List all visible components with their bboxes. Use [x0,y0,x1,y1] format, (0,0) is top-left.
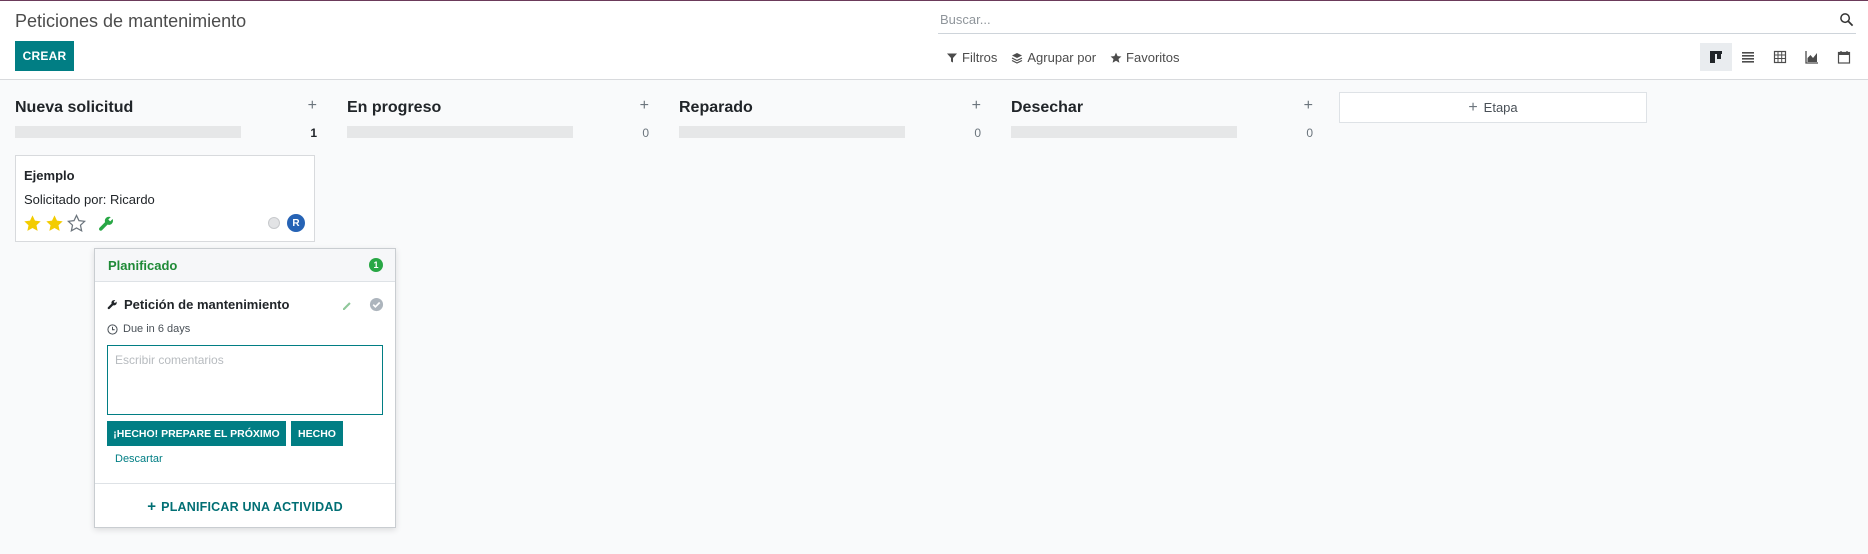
search-bar [938,9,1856,34]
kanban-view-button[interactable] [1700,43,1732,71]
column-add-icon[interactable]: + [308,97,317,115]
due-text: Due in 6 days [123,323,191,335]
calendar-icon [1837,51,1851,64]
kanban-card[interactable]: Ejemplo Solicitado por: Ricardo R [15,155,315,242]
done-and-schedule-next-button[interactable]: ¡HECHO! PREPARE EL PRÓXIMO [107,421,286,446]
star-filled-icon[interactable] [45,214,64,233]
check-circle-icon[interactable] [369,297,384,312]
popover-header: Planificado 1 [95,249,395,282]
create-button[interactable]: CREAR [15,41,74,71]
activity-title-row: Petición de mantenimiento [107,297,289,312]
plus-icon: + [147,498,157,515]
star-filled-icon[interactable] [23,214,42,233]
column-title: Desechar [1011,99,1084,116]
column-header: En progreso + [347,92,649,122]
list-icon [1742,52,1754,63]
wrench-icon[interactable] [98,215,115,232]
wrench-icon [107,300,117,310]
comment-field[interactable] [107,345,383,415]
column-add-icon[interactable]: + [1304,97,1313,115]
group-by-label: Agrupar por [1027,50,1097,65]
column-count: 0 [642,126,649,140]
calendar-view-button[interactable] [1828,43,1860,71]
filters-button[interactable]: Filtros [946,50,997,65]
column-title: En progreso [347,99,442,116]
favorites-label: Favoritos [1126,50,1180,65]
column-count: 0 [974,126,981,140]
layers-icon [1012,52,1023,64]
kanban-column-nueva-solicitud: Nueva solicitud + 1 [15,92,317,140]
add-stage-label: Etapa [1483,100,1518,115]
column-add-icon[interactable]: + [972,97,981,115]
activity-count-badge: 1 [369,258,383,272]
kanban-column-desechar: Desechar + 0 [1011,92,1313,140]
column-progress-bar[interactable] [679,126,905,138]
search-options: Filtros Agrupar por Favoritos [946,50,1180,65]
favorites-button[interactable]: Favoritos [1110,50,1180,65]
kanban-column-reparado: Reparado + 0 [679,92,981,140]
kanban-icon [1710,51,1722,63]
column-header: Desechar + [1011,92,1313,122]
activity-name: Petición de mantenimiento [124,297,290,312]
add-stage-button[interactable]: + Etapa [1339,92,1647,123]
view-switcher [1700,43,1860,71]
column-title: Nueva solicitud [15,99,134,116]
kanban-column-en-progreso: En progreso + 0 [347,92,649,140]
filter-icon [947,53,957,62]
column-header: Nueva solicitud + [15,92,317,122]
column-progress-bar[interactable] [15,126,241,138]
graph-view-button[interactable] [1796,43,1828,71]
plus-icon: + [1468,98,1478,116]
list-view-button[interactable] [1732,43,1764,71]
schedule-activity-label: PLANIFICAR UNA ACTIVIDAD [161,499,343,514]
column-progress-bar[interactable] [347,126,573,138]
filters-label: Filtros [962,50,998,65]
page-title: Peticiones de mantenimiento [15,11,247,31]
pivot-icon [1773,50,1787,64]
activity-popover: Planificado 1 Petición de mantenimiento … [94,248,396,528]
column-progress-bar[interactable] [1011,126,1237,138]
done-button[interactable]: HECHO [291,421,343,446]
discard-link[interactable]: Descartar [115,453,163,465]
card-title: Ejemplo [24,168,75,183]
status-indicator[interactable] [268,217,280,229]
column-count: 1 [310,126,317,140]
schedule-activity-button[interactable]: + PLANIFICAR UNA ACTIVIDAD [95,483,395,529]
column-add-icon[interactable]: + [640,97,649,115]
graph-icon [1805,51,1818,64]
popover-header-title: Planificado [108,258,178,273]
avatar[interactable]: R [287,214,305,232]
star-icon [1110,52,1122,63]
priority-stars [23,214,86,233]
group-by-button[interactable]: Agrupar por [1011,50,1096,65]
star-empty-icon[interactable] [67,214,86,233]
pivot-view-button[interactable] [1764,43,1796,71]
column-count: 0 [1306,126,1313,140]
pencil-icon[interactable] [341,300,353,312]
card-requested-by: Solicitado por: Ricardo [24,192,155,207]
clock-icon [107,323,118,335]
column-header: Reparado + [679,92,981,122]
control-panel: Peticiones de mantenimiento CREAR Filtro… [0,1,1868,80]
due-date: Due in 6 days [107,323,190,335]
search-input[interactable] [940,12,1820,27]
column-title: Reparado [679,99,753,116]
search-icon[interactable] [1839,12,1854,27]
